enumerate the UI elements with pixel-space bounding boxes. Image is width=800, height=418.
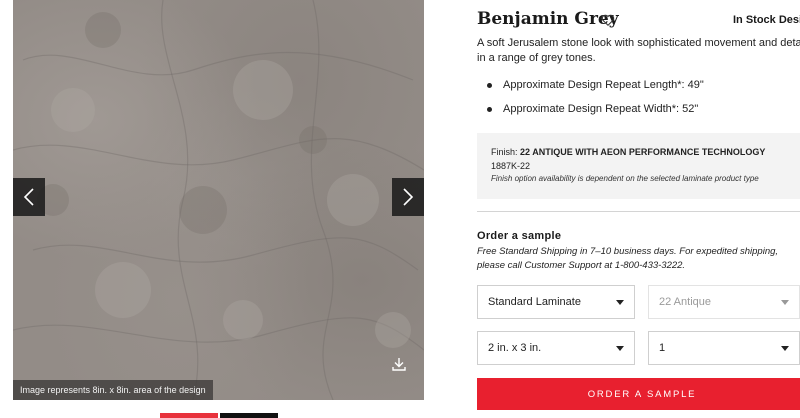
chevron-down-icon	[781, 300, 789, 305]
product-type-value: Standard Laminate	[488, 296, 581, 308]
finish-line: Finish: 22 ANTIQUE WITH AEON PERFORMANCE…	[491, 147, 793, 157]
divider	[477, 211, 800, 212]
heart-icon[interactable]	[601, 13, 615, 27]
chevron-down-icon	[616, 300, 624, 305]
size-select[interactable]: 2 in. x 3 in.	[477, 331, 635, 365]
finish-code: 1887K-22	[491, 161, 531, 171]
chevron-down-icon	[781, 346, 789, 351]
product-description: A soft Jerusalem stone look with sophist…	[477, 37, 800, 64]
product-image-gallery: Image represents 8in. x 8in. area of the…	[13, 0, 424, 400]
finish-select-value: 22 Antique	[659, 296, 711, 308]
thumbnail-2[interactable]	[220, 413, 278, 418]
thumbnail-1[interactable]	[160, 413, 218, 418]
chevron-left-icon	[23, 188, 34, 206]
shipping-note: Free Standard Shipping in 7–10 business …	[477, 246, 779, 271]
finish-note: Finish option availability is dependent …	[491, 174, 759, 183]
stock-status: In Stock Desig	[733, 14, 800, 26]
product-title: Benjamin Grey	[477, 9, 619, 29]
finish-value: 22 ANTIQUE WITH AEON PERFORMANCE TECHNOL…	[520, 147, 766, 157]
image-caption: Image represents 8in. x 8in. area of the…	[13, 380, 213, 400]
previous-image-button[interactable]	[13, 178, 45, 216]
download-image-button[interactable]	[388, 353, 410, 375]
chevron-down-icon	[616, 346, 624, 351]
size-value: 2 in. x 3 in.	[488, 342, 542, 354]
spec-repeat-width: Approximate Design Repeat Width*: 52"	[487, 102, 704, 126]
thumbnail-strip	[160, 413, 278, 418]
title-row: Benjamin Grey In Stock Desig	[477, 9, 800, 33]
spec-list: Approximate Design Repeat Length*: 49" A…	[487, 78, 704, 126]
quantity-select[interactable]: 1	[648, 331, 800, 365]
finish-label: Finish:	[491, 147, 518, 157]
quantity-value: 1	[659, 342, 666, 354]
order-sample-heading: Order a sample	[477, 230, 562, 242]
finish-info-box: Finish: 22 ANTIQUE WITH AEON PERFORMANCE…	[477, 133, 800, 199]
finish-select[interactable]: 22 Antique	[648, 285, 800, 319]
spec-repeat-length: Approximate Design Repeat Length*: 49"	[487, 78, 704, 102]
product-info-panel: Benjamin Grey In Stock Desig A soft Jeru…	[477, 0, 800, 418]
next-image-button[interactable]	[392, 178, 424, 216]
download-icon	[392, 358, 406, 371]
product-type-select[interactable]: Standard Laminate	[477, 285, 635, 319]
chevron-right-icon	[403, 188, 414, 206]
stone-texture-image	[13, 0, 424, 400]
order-sample-button[interactable]: ORDER A SAMPLE	[477, 378, 800, 410]
